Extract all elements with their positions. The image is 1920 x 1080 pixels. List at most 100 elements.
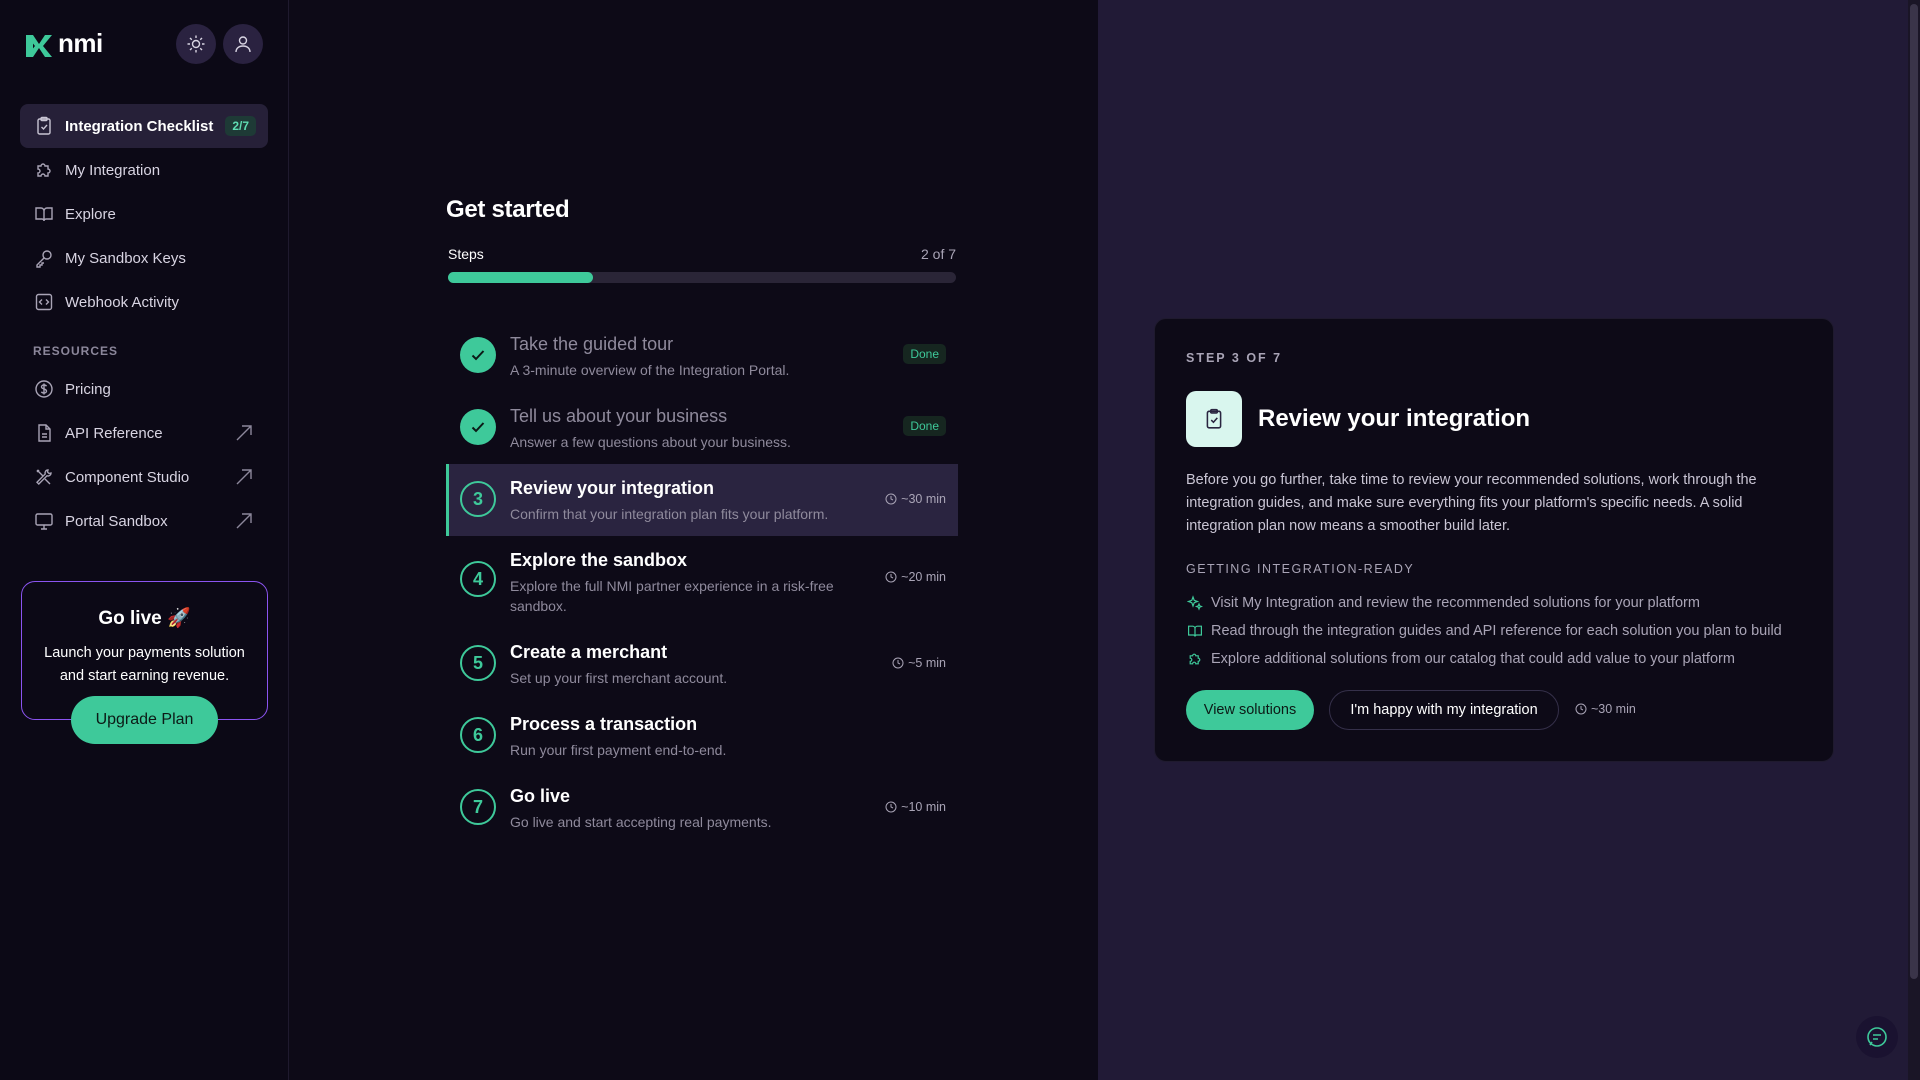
clipboard-check-icon (1186, 391, 1242, 447)
step-description: Confirm that your integration plan fits … (510, 506, 829, 522)
detail-time: ~30 min (1575, 702, 1636, 716)
progress-bar-fill (448, 272, 594, 283)
tools-icon (33, 466, 55, 488)
step-description: Answer a few questions about your busine… (510, 434, 791, 450)
clock-icon (885, 571, 897, 583)
detail-bullet-text: Read through the integration guides and … (1211, 623, 1782, 639)
step-item[interactable]: Take the guided tour A 3-minute overview… (446, 320, 958, 392)
check-icon (460, 409, 496, 445)
dollar-circle-icon (33, 378, 55, 400)
step-number: 7 (460, 789, 496, 825)
sidebar-item-label: Explore (65, 205, 116, 223)
sidebar-item-api-reference[interactable]: API Reference (20, 411, 268, 455)
chat-bubble-icon (1867, 1027, 1887, 1047)
step-time: ~20 min (885, 570, 946, 584)
step-time: ~10 min (885, 800, 946, 814)
view-solutions-button[interactable]: View solutions (1186, 690, 1314, 730)
external-link-icon (236, 425, 252, 441)
sidebar-item-label: My Integration (65, 161, 161, 179)
detail-bullet: Read through the integration guides and … (1186, 617, 1806, 645)
step-time-text: ~10 min (901, 800, 946, 814)
book-open-icon (1186, 622, 1204, 640)
sidebar-nav: Integration Checklist 2/7 My Integration… (20, 104, 268, 543)
step-number: 6 (460, 717, 496, 753)
step-item-active[interactable]: 3 Review your integration Confirm that y… (446, 464, 958, 536)
external-link-icon (236, 513, 252, 529)
sun-icon (187, 35, 205, 53)
sidebar-item-label: My Sandbox Keys (65, 249, 186, 267)
sidebar-item-my-integration[interactable]: My Integration (20, 148, 268, 192)
logo-text: nmi (58, 28, 103, 58)
sidebar-item-pricing[interactable]: Pricing (20, 367, 268, 411)
done-badge: Done (903, 416, 946, 436)
step-title: Review your integration (510, 478, 715, 498)
detail-bullet: Explore additional solutions from our ca… (1186, 645, 1806, 673)
page-scrollbar[interactable] (1908, 0, 1920, 1080)
step-list: Take the guided tour A 3-minute overview… (446, 320, 958, 844)
happy-with-integration-button[interactable]: I'm happy with my integration (1329, 690, 1559, 730)
sidebar-item-component-studio[interactable]: Component Studio (20, 455, 268, 499)
nmi-logo-icon (26, 34, 52, 57)
step-indicator: STEP 3 OF 7 (1186, 351, 1283, 365)
step-item[interactable]: 4 Explore the sandbox Explore the full N… (446, 536, 958, 628)
step-item[interactable]: 6 Process a transaction Run your first p… (446, 700, 958, 772)
clipboard-check-icon (33, 115, 55, 137)
step-title: Tell us about your business (510, 406, 728, 426)
detail-description: Before you go further, take time to revi… (1186, 472, 1757, 534)
go-live-text: Launch your payments solution and start … (44, 645, 245, 684)
check-icon (460, 337, 496, 373)
detail-bullet: Visit My Integration and review the reco… (1186, 589, 1806, 617)
scrollbar-thumb[interactable] (1910, 4, 1918, 979)
step-description: Run your first payment end-to-end. (510, 742, 727, 758)
step-number: 5 (460, 645, 496, 681)
sidebar-item-explore[interactable]: Explore (20, 192, 268, 236)
sidebar-item-portal-sandbox[interactable]: Portal Sandbox (20, 499, 268, 543)
sidebar: nmi Integration Checklist 2/7 My Integra… (0, 0, 289, 1080)
file-icon (33, 422, 55, 444)
page-title: Get started (446, 196, 570, 223)
step-item[interactable]: 5 Create a merchant Set up your first me… (446, 628, 958, 700)
external-link-icon (236, 469, 252, 485)
step-number: 3 (460, 481, 496, 517)
detail-time-text: ~30 min (1591, 702, 1636, 716)
puzzle-icon (1186, 650, 1204, 668)
user-icon (235, 36, 251, 53)
detail-bullet-text: Visit My Integration and review the reco… (1211, 595, 1700, 611)
clock-icon (885, 801, 897, 813)
step-description: Explore the full NMI partner experience … (510, 578, 834, 614)
sidebar-item-label: Webhook Activity (65, 293, 179, 311)
step-title: Create a merchant (510, 642, 668, 662)
step-item[interactable]: Tell us about your business Answer a few… (446, 392, 958, 464)
steps-count: 2 of 7 (921, 246, 957, 262)
step-title: Explore the sandbox (510, 550, 688, 570)
sidebar-item-label: Pricing (65, 380, 111, 398)
brand-logo[interactable]: nmi (24, 28, 103, 61)
step-title: Go live (510, 786, 571, 806)
step-time: ~30 min (885, 492, 946, 506)
done-badge: Done (903, 344, 946, 364)
chat-support-button[interactable] (1856, 1016, 1898, 1058)
clock-icon (1575, 703, 1587, 715)
step-time-text: ~20 min (901, 570, 946, 584)
sidebar-header: nmi (0, 0, 289, 88)
step-description: A 3-minute overview of the Integration P… (510, 362, 790, 378)
sidebar-item-label: Integration Checklist (65, 117, 214, 135)
step-item[interactable]: 7 Go live Go live and start accepting re… (446, 772, 958, 844)
sidebar-item-label: Portal Sandbox (65, 512, 168, 530)
sidebar-item-integration-checklist[interactable]: Integration Checklist 2/7 (20, 104, 268, 148)
profile-button[interactable] (223, 24, 263, 64)
upgrade-plan-button[interactable]: Upgrade Plan (71, 696, 218, 744)
sidebar-item-webhook-activity[interactable]: Webhook Activity (20, 280, 268, 324)
clock-icon (892, 657, 904, 669)
step-description: Go live and start accepting real payment… (510, 814, 772, 830)
app-root: nmi Integration Checklist 2/7 My Integra… (0, 0, 1920, 1080)
detail-bullet-text: Explore additional solutions from our ca… (1211, 651, 1735, 667)
checklist-progress-badge: 2/7 (225, 116, 256, 136)
step-detail-card: STEP 3 OF 7 Review your integration Befo… (1154, 318, 1834, 762)
key-icon (33, 247, 55, 269)
step-time-text: ~5 min (908, 656, 946, 670)
sidebar-item-my-sandbox-keys[interactable]: My Sandbox Keys (20, 236, 268, 280)
theme-toggle-button[interactable] (176, 24, 216, 64)
steps-label: Steps (448, 246, 484, 262)
step-title: Process a transaction (510, 714, 698, 734)
